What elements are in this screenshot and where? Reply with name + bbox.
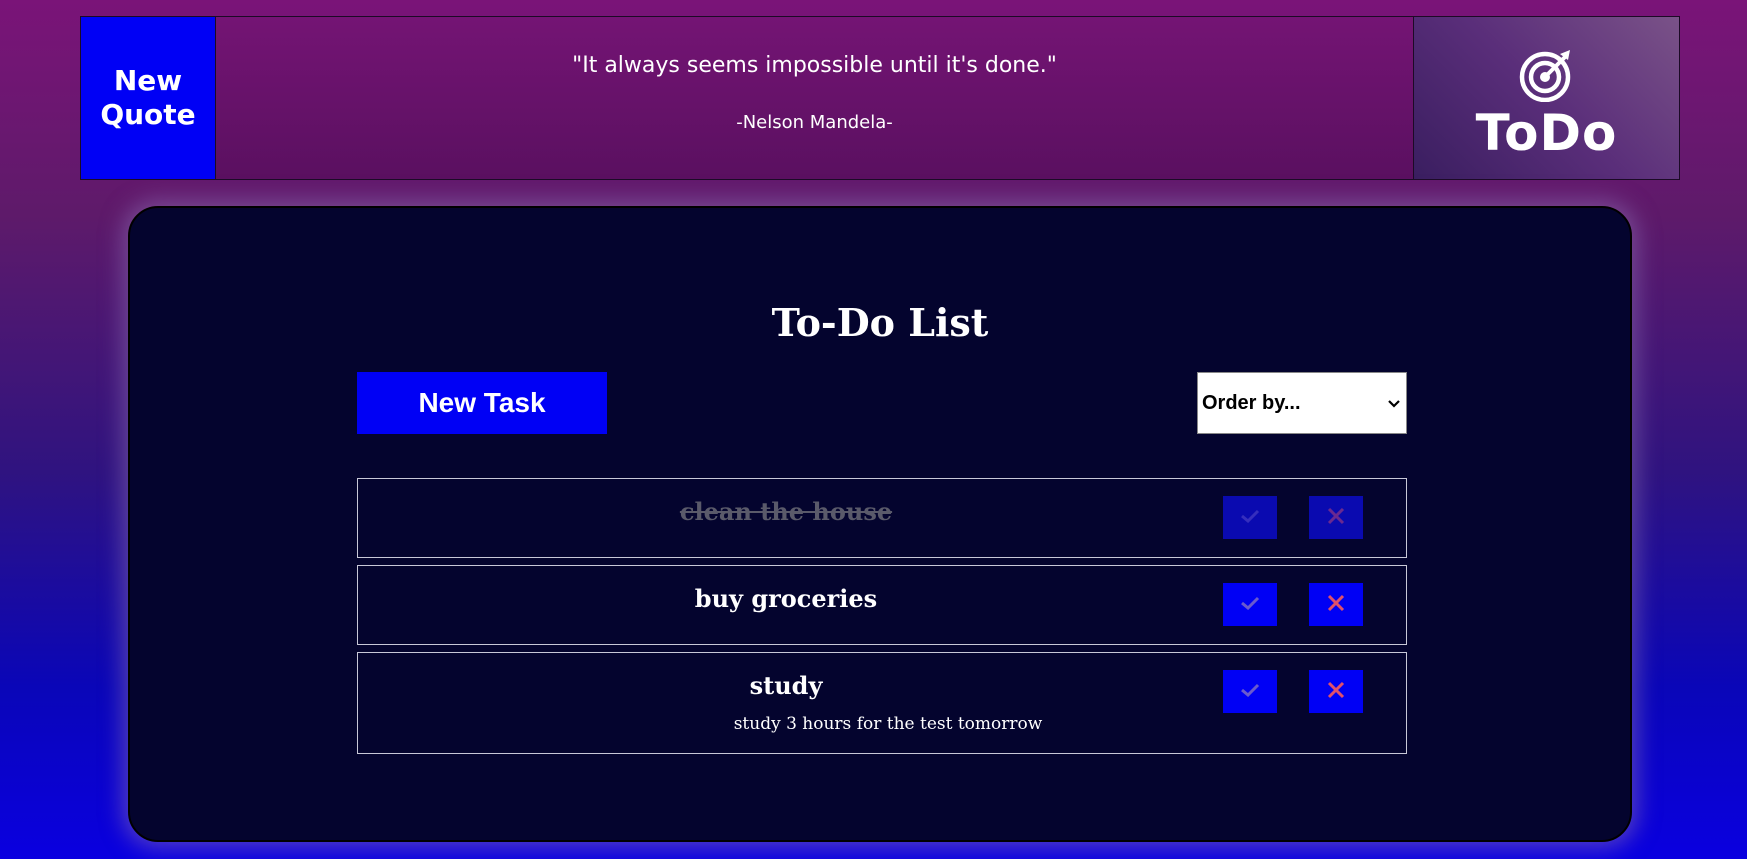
- task-title[interactable]: study: [358, 671, 1214, 700]
- quote-author: -Nelson Mandela-: [736, 112, 893, 133]
- new-quote-button[interactable]: New Quote: [81, 17, 216, 179]
- check-icon: [1240, 509, 1260, 526]
- target-arrow-icon: [1518, 48, 1576, 106]
- complete-task-button[interactable]: [1223, 583, 1277, 626]
- quote-text: "It always seems impossible until it's d…: [572, 53, 1057, 78]
- complete-task-button[interactable]: [1223, 496, 1277, 539]
- header-bar: New Quote "It always seems impossible un…: [80, 16, 1680, 180]
- x-icon: [1326, 593, 1346, 616]
- quote-panel: "It always seems impossible until it's d…: [216, 17, 1414, 179]
- delete-task-button[interactable]: [1309, 670, 1363, 713]
- new-task-button[interactable]: New Task: [357, 372, 607, 434]
- task-item: clean the house: [357, 478, 1407, 558]
- task-title[interactable]: clean the house: [358, 497, 1214, 526]
- todo-card: To-Do List New Task Order by... clean th…: [128, 206, 1632, 842]
- order-by-value: Order by...: [1202, 391, 1301, 414]
- page-title: To-Do List: [771, 300, 989, 345]
- task-item: buy groceries: [357, 565, 1407, 645]
- check-icon: [1240, 596, 1260, 613]
- order-by-select[interactable]: Order by...: [1197, 372, 1407, 434]
- task-title[interactable]: buy groceries: [358, 584, 1214, 613]
- task-item: study study 3 hours for the test tomorro…: [357, 652, 1407, 754]
- delete-task-button[interactable]: [1309, 496, 1363, 539]
- chevron-down-icon: [1388, 395, 1400, 411]
- check-icon: [1240, 683, 1260, 700]
- x-icon: [1326, 506, 1346, 529]
- app-logo: ToDo: [1414, 17, 1679, 179]
- x-icon: [1326, 680, 1346, 703]
- delete-task-button[interactable]: [1309, 583, 1363, 626]
- logo-text: ToDo: [1475, 104, 1618, 162]
- task-description: study 3 hours for the test tomorrow: [733, 714, 1043, 734]
- task-list: clean the house buy groceries study stud…: [357, 478, 1407, 761]
- complete-task-button[interactable]: [1223, 670, 1277, 713]
